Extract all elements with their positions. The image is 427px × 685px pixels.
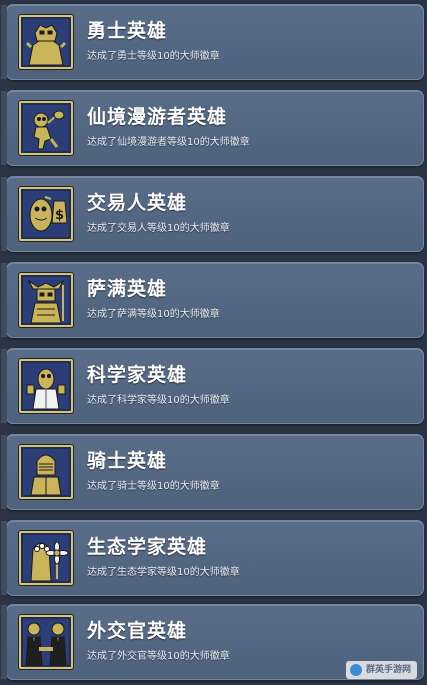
- achievement-description: 达成了交易人等级10的大师徽章: [87, 223, 230, 234]
- wanderer-icon: [19, 101, 73, 155]
- svg-text:$: $: [55, 208, 64, 223]
- trader-icon: $: [19, 187, 73, 241]
- achievement-card-shaman[interactable]: 萨满英雄 达成了萨满等级10的大师徽章: [1, 262, 424, 338]
- achievement-card-wanderer[interactable]: 仙境漫游者英雄 达成了仙境漫游者等级10的大师徽章: [1, 90, 424, 166]
- diplomat-icon: [19, 615, 73, 669]
- achievement-description: 达成了仙境漫游者等级10的大师徽章: [87, 137, 250, 148]
- knight-icon: [19, 445, 73, 499]
- achievement-list: 勇士英雄 达成了勇士等级10的大师徽章 仙境漫游者英雄 达成了仙境漫游者等级10…: [0, 0, 427, 685]
- ecologist-icon: [19, 531, 73, 585]
- scientist-icon: [19, 359, 73, 413]
- achievement-title: 科学家英雄: [87, 364, 188, 386]
- achievement-description: 达成了生态学家等级10的大师徽章: [87, 567, 240, 578]
- achievement-description: 达成了科学家等级10的大师徽章: [87, 395, 230, 406]
- achievement-title: 骑士英雄: [87, 450, 168, 472]
- achievement-title: 外交官英雄: [87, 620, 188, 642]
- achievement-title: 交易人英雄: [87, 192, 188, 214]
- achievement-card-scientist[interactable]: 科学家英雄 达成了科学家等级10的大师徽章: [1, 348, 424, 424]
- site-watermark: 群英手游网: [345, 661, 417, 679]
- achievement-card-warrior[interactable]: 勇士英雄 达成了勇士等级10的大师徽章: [1, 4, 424, 80]
- achievement-card-ecologist[interactable]: 生态学家英雄 达成了生态学家等级10的大师徽章: [1, 520, 424, 596]
- achievement-title: 仙境漫游者英雄: [87, 106, 228, 128]
- watermark-text: 群英手游网: [365, 665, 411, 675]
- shaman-icon: [19, 273, 73, 327]
- warrior-icon: [19, 15, 73, 69]
- achievement-description: 达成了骑士等级10的大师徽章: [87, 481, 220, 492]
- achievement-description: 达成了萨满等级10的大师徽章: [87, 309, 220, 320]
- achievement-description: 达成了勇士等级10的大师徽章: [87, 51, 220, 62]
- achievement-card-trader[interactable]: $ 交易人英雄 达成了交易人等级10的大师徽章: [1, 176, 424, 252]
- achievement-card-knight[interactable]: 骑士英雄 达成了骑士等级10的大师徽章: [1, 434, 424, 510]
- achievement-description: 达成了外交官等级10的大师徽章: [87, 651, 230, 662]
- achievement-title: 勇士英雄: [87, 20, 168, 42]
- watermark-logo-icon: [349, 664, 362, 676]
- achievement-title: 萨满英雄: [87, 278, 168, 300]
- achievement-title: 生态学家英雄: [87, 536, 208, 558]
